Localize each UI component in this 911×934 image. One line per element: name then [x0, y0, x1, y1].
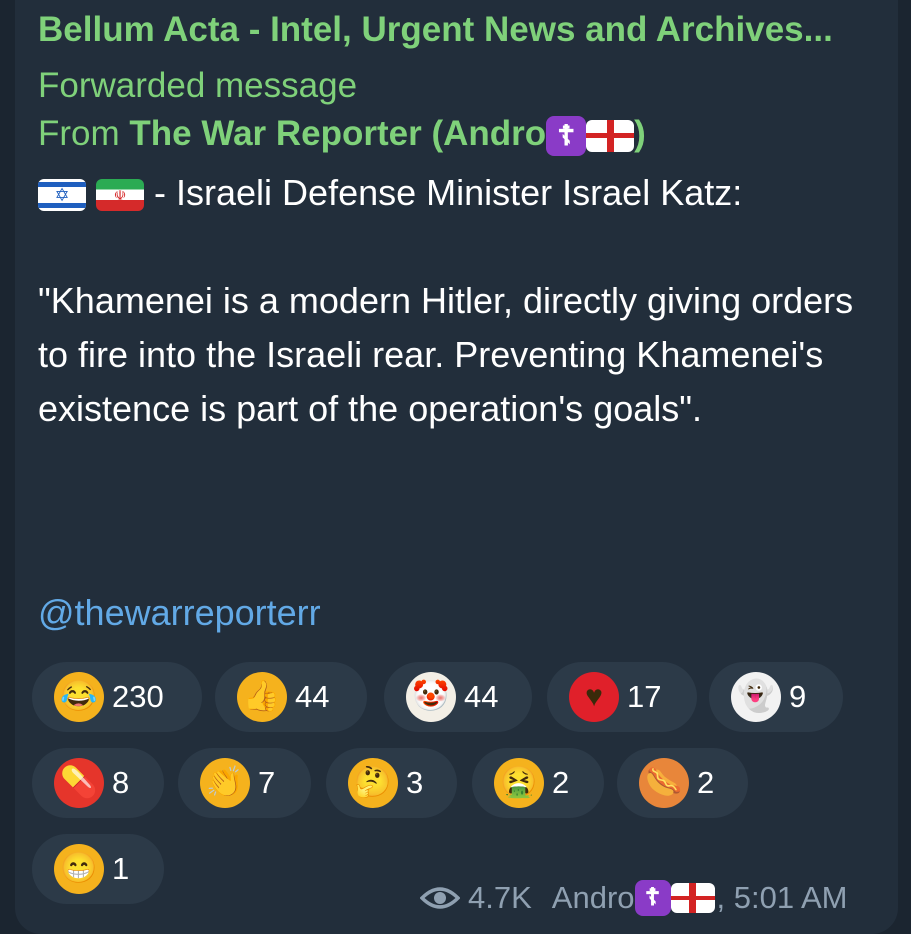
israel-flag-icon: ✡ [38, 179, 86, 212]
reaction-button[interactable]: 🤔 3 [326, 748, 457, 818]
clapping-hands-icon: 👏 [200, 758, 250, 808]
username-link[interactable]: @thewarreporterr [38, 592, 321, 634]
quote-text: "Khamenei is a modern Hitler, directly g… [38, 280, 854, 429]
reaction-count: 8 [112, 765, 130, 800]
rofl-icon: 😂 [54, 672, 104, 722]
orthodox-cross-icon: ☦ [634, 880, 671, 916]
thumbs-up-icon: 👍 [237, 672, 287, 722]
view-count: 4.7K [468, 880, 532, 915]
reaction-count: 2 [697, 765, 715, 800]
reaction-button[interactable]: 🤡 44 [384, 662, 532, 732]
orthodox-cross-icon: ☦ [546, 115, 587, 156]
thinking-face-icon: 🤔 [348, 758, 398, 808]
vomiting-face-icon: 🤮 [494, 758, 544, 808]
reaction-count: 2 [552, 765, 570, 800]
georgia-flag-icon [586, 119, 635, 152]
reaction-count: 44 [295, 679, 330, 714]
reaction-button[interactable]: 😂 230 [32, 662, 202, 732]
eye-icon [420, 887, 460, 909]
forwarded-label: Forwarded message [38, 66, 358, 105]
reaction-count: 230 [112, 679, 164, 714]
reaction-button[interactable]: ♥ 17 [547, 662, 697, 732]
reaction-count: 7 [258, 765, 276, 800]
pill-icon: 💊 [54, 758, 104, 808]
reaction-count: 44 [464, 679, 499, 714]
channel-title[interactable]: Bellum Acta - Intel, Urgent News and Arc… [38, 10, 888, 50]
headline: ✡ ☫ - Israeli Defense Minister Israel Ka… [38, 166, 888, 220]
iran-flag-icon: ☫ [96, 179, 145, 212]
reaction-count: 17 [627, 679, 662, 714]
reaction-button[interactable]: 🌭 2 [617, 748, 748, 818]
reaction-button[interactable]: 👻 9 [709, 662, 843, 732]
reaction-count: 1 [112, 851, 130, 886]
forwarded-from-name[interactable]: The War Reporter (Andro ☦) [129, 114, 646, 156]
reaction-count: 9 [789, 679, 807, 714]
reaction-count: 3 [406, 765, 424, 800]
from-name-text: The War Reporter (Andro [129, 114, 547, 153]
georgia-flag-icon [670, 883, 715, 913]
headline-text: - Israeli Defense Minister Israel Katz: [154, 172, 743, 213]
reaction-button[interactable]: 🤮 2 [472, 748, 604, 818]
post-time: , 5:01 AM [716, 880, 848, 915]
ghost-icon: 👻 [731, 672, 781, 722]
hot-dog-icon: 🌭 [639, 758, 689, 808]
reaction-button[interactable]: 👍 44 [215, 662, 367, 732]
grinning-face-icon: 😁 [54, 844, 104, 894]
message-footer: 4.7K Andro ☦ , 5:01 AM [420, 880, 847, 916]
reaction-button[interactable]: 👏 7 [178, 748, 311, 818]
message-text: ✡ ☫ - Israeli Defense Minister Israel Ka… [38, 166, 888, 436]
from-prefix: From [38, 114, 120, 153]
post-author: Andro [551, 880, 635, 915]
clown-icon: 🤡 [406, 672, 456, 722]
reaction-button[interactable]: 😁 1 [32, 834, 164, 904]
reaction-button[interactable]: 💊 8 [32, 748, 164, 818]
heart-icon: ♥ [569, 672, 619, 722]
from-suffix: ) [634, 114, 646, 153]
forwarded-from: From The War Reporter (Andro ☦) [38, 114, 646, 156]
